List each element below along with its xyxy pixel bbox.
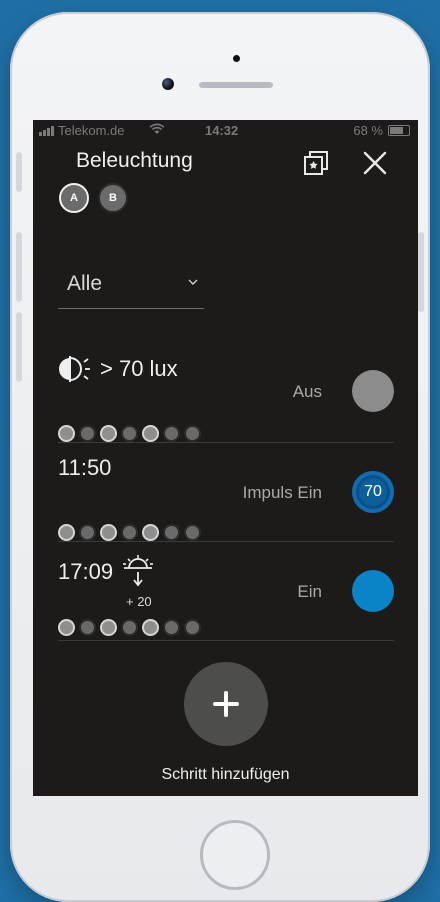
- step-trigger: 11:50: [58, 455, 111, 481]
- weekday-dot-7: [184, 619, 201, 636]
- weekday-dot-3: [100, 524, 117, 541]
- weekday-dot-7: [184, 425, 201, 442]
- add-step-label[interactable]: Schritt hinzufügen: [33, 766, 418, 784]
- page-title: Beleuchtung: [76, 149, 193, 172]
- status-time: 14:32: [205, 123, 239, 138]
- weekday-dot-7: [184, 524, 201, 541]
- weekday-dot-6: [163, 425, 180, 442]
- volume-up-button: [16, 232, 22, 302]
- chevron-down-icon: [188, 279, 198, 285]
- filter-dropdown[interactable]: Alle: [58, 260, 204, 309]
- carrier: Telekom.de: [39, 123, 124, 138]
- app-screen: Telekom.de 14:32 68 % Beleuchtung A B Al…: [33, 120, 418, 796]
- power-button: [418, 232, 424, 312]
- weekday-dot-2: [79, 524, 96, 541]
- proximity-sensor: [233, 55, 240, 62]
- plus-icon: [213, 691, 239, 717]
- step-state-label: Aus: [292, 382, 322, 401]
- weekday-dot-6: [163, 524, 180, 541]
- weekday-dot-4: [121, 425, 138, 442]
- weekday-indicators: [58, 619, 201, 636]
- zone-b-button[interactable]: B: [98, 183, 128, 213]
- volume-down-button: [16, 312, 22, 382]
- filter-value: Alle: [67, 272, 103, 295]
- earpiece-speaker: [199, 82, 273, 88]
- zone-a-button[interactable]: A: [59, 183, 89, 213]
- step-row-time[interactable]: 11:50 Impuls Ein 70: [58, 443, 394, 543]
- weekday-indicators: [58, 524, 201, 541]
- weekday-dot-2: [79, 619, 96, 636]
- battery-percent: 68 %: [353, 123, 383, 138]
- step-state-button[interactable]: [352, 370, 394, 412]
- step-trigger: > 70 lux: [58, 354, 178, 384]
- close-icon[interactable]: [362, 150, 388, 176]
- add-step-button[interactable]: [184, 662, 268, 746]
- mute-switch: [16, 152, 22, 192]
- light-sensor-icon: [59, 356, 90, 382]
- weekday-dot-1: [58, 524, 75, 541]
- step-state-label: Impuls Ein: [242, 483, 322, 502]
- home-button[interactable]: [200, 820, 270, 890]
- divider: [58, 640, 394, 641]
- sunset-offset: + 20: [126, 594, 152, 609]
- step-row-sunset[interactable]: 17:09 + 20 Ein: [58, 542, 394, 642]
- sunset-icon: [123, 555, 154, 587]
- step-trigger: 17:09: [58, 554, 155, 590]
- step-state-button[interactable]: [352, 570, 394, 612]
- weekday-dot-3: [100, 425, 117, 442]
- weekday-indicators: [58, 425, 201, 442]
- status-bar: Telekom.de 14:32 68 %: [33, 120, 418, 140]
- weekday-dot-5: [142, 619, 159, 636]
- weekday-dot-5: [142, 425, 159, 442]
- weekday-dot-4: [121, 524, 138, 541]
- step-trigger-label: 11:50: [58, 455, 112, 480]
- step-trigger-label: > 70 lux: [100, 356, 178, 381]
- battery-status: 68 %: [353, 123, 410, 138]
- weekday-dot-1: [58, 619, 75, 636]
- wifi-icon: [149, 123, 165, 138]
- step-state-label: Ein: [297, 582, 322, 601]
- weekday-dot-6: [163, 619, 180, 636]
- weekday-dot-3: [100, 619, 117, 636]
- weekday-dot-2: [79, 425, 96, 442]
- signal-icon: [39, 125, 54, 136]
- step-trigger-label: 17:09: [58, 559, 114, 584]
- battery-icon: [388, 125, 410, 136]
- weekday-dot-5: [142, 524, 159, 541]
- step-row-light-sensor[interactable]: > 70 lux Aus: [58, 342, 394, 442]
- carrier-label: Telekom.de: [58, 123, 125, 138]
- weekday-dot-1: [58, 425, 75, 442]
- weekday-dot-4: [121, 619, 138, 636]
- front-camera: [162, 78, 174, 90]
- favorite-scene-icon[interactable]: [303, 150, 329, 176]
- step-state-button[interactable]: 70: [352, 471, 394, 513]
